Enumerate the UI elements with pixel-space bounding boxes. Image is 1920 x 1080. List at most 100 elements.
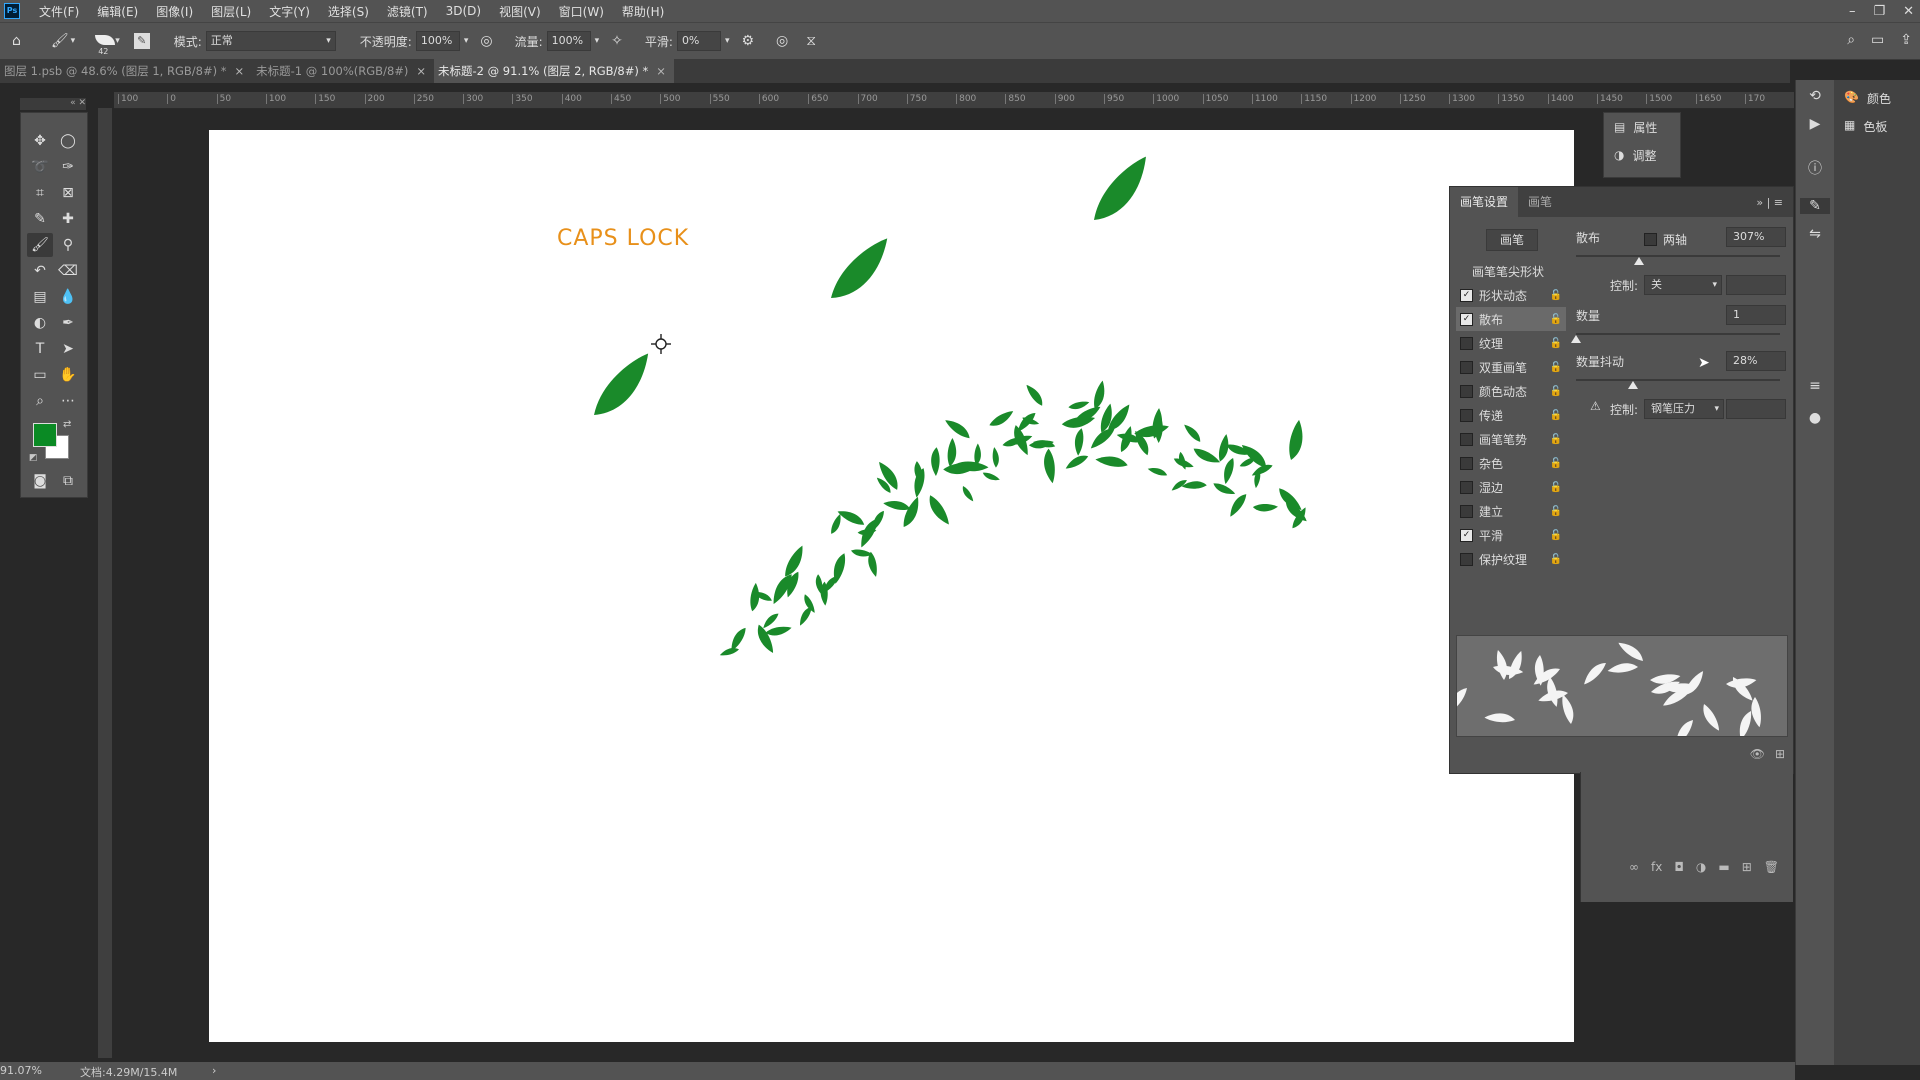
menu-layer[interactable]: 图层(L) (202, 3, 260, 20)
tab-brushes[interactable]: 画笔 (1518, 187, 1562, 217)
chevron-down-icon[interactable]: ▾ (725, 36, 730, 46)
lock-icon[interactable]: 🔓 (1550, 434, 1562, 445)
new-layer-icon[interactable]: ⊞ (1742, 860, 1752, 874)
chevron-right-icon[interactable]: › (212, 1064, 216, 1077)
brush-setting-item[interactable]: 传递 🔓 (1456, 403, 1566, 427)
checkbox[interactable] (1460, 552, 1473, 566)
lasso-tool-icon[interactable]: ➰ (27, 155, 53, 179)
document-canvas[interactable]: CAPS LOCK (209, 130, 1574, 1042)
pressure-size-icon[interactable]: ◎ (776, 33, 788, 49)
checkbox[interactable] (1460, 336, 1473, 350)
history-brush-icon[interactable]: ↶ (27, 259, 53, 283)
tab-document-2[interactable]: 未标题-1 @ 100%(RGB/8#) × (252, 59, 435, 83)
menu-filter[interactable]: 滤镜(T) (378, 3, 437, 20)
dot-icon[interactable]: ● (1800, 410, 1830, 426)
brushes-button[interactable]: 画笔 (1486, 229, 1538, 251)
brush-tool-icon[interactable]: 🖌 (51, 33, 69, 49)
menu-edit[interactable]: 编辑(E) (88, 3, 147, 20)
pen-tool-icon[interactable]: ✒ (55, 311, 81, 335)
checkbox[interactable] (1460, 432, 1473, 446)
brush-tool-icon[interactable]: 🖌 (27, 233, 53, 257)
dodge-tool-icon[interactable]: ◐ (27, 311, 53, 335)
swatches-panel-button[interactable]: ▦ 色板 (1844, 118, 1887, 135)
hand-tool-icon[interactable]: ✋ (55, 363, 81, 387)
both-axes-option[interactable]: 两轴 (1640, 231, 1687, 248)
lock-icon[interactable]: 🔓 (1550, 458, 1562, 469)
move-tool-icon[interactable]: ✥ (27, 129, 53, 153)
toolbar-header[interactable]: « ✕ (20, 98, 86, 110)
menu-view[interactable]: 视图(V) (490, 3, 550, 20)
close-icon[interactable]: ✕ (1903, 4, 1914, 19)
elliptical-marquee-icon[interactable]: ◯ (55, 129, 81, 153)
brush-setting-item[interactable]: 纹理 🔓 (1456, 331, 1566, 355)
menu-icon[interactable]: ≡ (1800, 378, 1830, 394)
checkbox[interactable] (1460, 504, 1473, 518)
scatter-slider-thumb[interactable] (1634, 257, 1645, 265)
pressure-opacity-icon[interactable]: ◎ (480, 33, 492, 49)
mode-select[interactable]: 正常 ▾ (205, 31, 336, 51)
lock-icon[interactable]: 🔓 (1550, 386, 1562, 397)
rectangle-tool-icon[interactable]: ▭ (27, 363, 53, 387)
menu-select[interactable]: 选择(S) (319, 3, 378, 20)
menu-3d[interactable]: 3D(D) (437, 4, 490, 18)
brush-setting-item[interactable]: 湿边 🔓 (1456, 475, 1566, 499)
checkbox[interactable] (1460, 360, 1473, 374)
share-icon[interactable]: ⇪ (1900, 32, 1912, 48)
group-folder-icon[interactable]: ▬ (1718, 860, 1729, 874)
brush-setting-item[interactable]: 保护纹理 🔓 (1456, 547, 1566, 571)
brush-setting-item[interactable]: ✓ 平滑 🔓 (1456, 523, 1566, 547)
fx-icon[interactable]: fx (1651, 860, 1662, 874)
checkbox[interactable] (1460, 384, 1473, 398)
lock-icon[interactable]: 🔓 (1550, 506, 1562, 517)
lock-icon[interactable]: 🔓 (1550, 554, 1562, 565)
checkbox[interactable]: ✓ (1460, 288, 1473, 302)
chevron-down-icon[interactable]: ▾ (464, 36, 469, 46)
adjustments-panel-button[interactable]: ◑ 调整 (1604, 141, 1680, 169)
brush-settings-icon[interactable]: ✎ (1800, 198, 1830, 214)
adjustment-layer-icon[interactable]: ◑ (1696, 860, 1706, 874)
play-actions-icon[interactable]: ▶ (1800, 116, 1830, 132)
flow-field[interactable]: 100% (546, 31, 591, 51)
zoom-level[interactable]: 91.07% (0, 1064, 42, 1077)
brush-setting-item[interactable]: 颜色动态 🔓 (1456, 379, 1566, 403)
minimize-icon[interactable]: – (1849, 4, 1856, 19)
gradient-tool-icon[interactable]: ▤ (27, 285, 53, 309)
chevron-down-icon[interactable]: ▾ (115, 36, 120, 46)
lock-icon[interactable]: 🔓 (1550, 482, 1562, 493)
menu-help[interactable]: 帮助(H) (613, 3, 673, 20)
lock-icon[interactable]: 🔓 (1550, 314, 1562, 325)
brush-setting-item[interactable]: 杂色 🔓 (1456, 451, 1566, 475)
scatter-value-field[interactable]: 307% (1726, 227, 1786, 247)
control-select-2[interactable]: 钢笔压力 ▾ (1644, 399, 1724, 419)
brush-setting-item[interactable]: ✓ 形状动态 🔓 (1456, 283, 1566, 307)
color-panel-button[interactable]: 🎨 颜色 (1844, 90, 1891, 107)
checkbox[interactable] (1460, 480, 1473, 494)
checkbox[interactable] (1460, 408, 1473, 422)
menu-image[interactable]: 图像(I) (147, 3, 202, 20)
frame-tool-icon[interactable]: ⊠ (55, 181, 81, 205)
search-icon[interactable]: ⌕ (1847, 32, 1855, 48)
scatter-slider[interactable] (1576, 255, 1780, 257)
type-tool-icon[interactable]: T (27, 337, 53, 361)
restore-icon[interactable]: ❐ (1873, 4, 1885, 19)
quick-selection-icon[interactable]: ✑ (55, 155, 81, 179)
toggle-preview-icon[interactable]: 👁 (1750, 747, 1765, 761)
both-axes-checkbox[interactable] (1644, 233, 1657, 246)
chevron-down-icon[interactable]: ▾ (71, 36, 76, 46)
count-slider[interactable] (1576, 333, 1780, 335)
brush-panel-toggle-icon[interactable]: ✎ (133, 33, 150, 49)
brush-setting-item[interactable]: 画笔笔势 🔓 (1456, 427, 1566, 451)
path-selection-icon[interactable]: ➤ (55, 337, 81, 361)
count-value-field[interactable]: 1 (1726, 305, 1786, 325)
count-jitter-slider-thumb[interactable] (1628, 381, 1639, 389)
brush-setting-item[interactable]: 双重画笔 🔓 (1456, 355, 1566, 379)
eyedropper-icon[interactable]: ✎ (27, 207, 53, 231)
control-extra-field-2[interactable] (1726, 399, 1786, 419)
chevron-down-icon[interactable]: ▾ (595, 36, 600, 46)
workspace-icon[interactable]: ▭ (1871, 32, 1884, 48)
airbrush-icon[interactable]: ✧ (611, 33, 623, 49)
panel-menu-icon[interactable]: » | ≡ (1756, 196, 1783, 209)
link-layers-icon[interactable]: ∞ (1629, 860, 1639, 874)
control-extra-field[interactable] (1726, 275, 1786, 295)
menu-window[interactable]: 窗口(W) (550, 3, 613, 20)
